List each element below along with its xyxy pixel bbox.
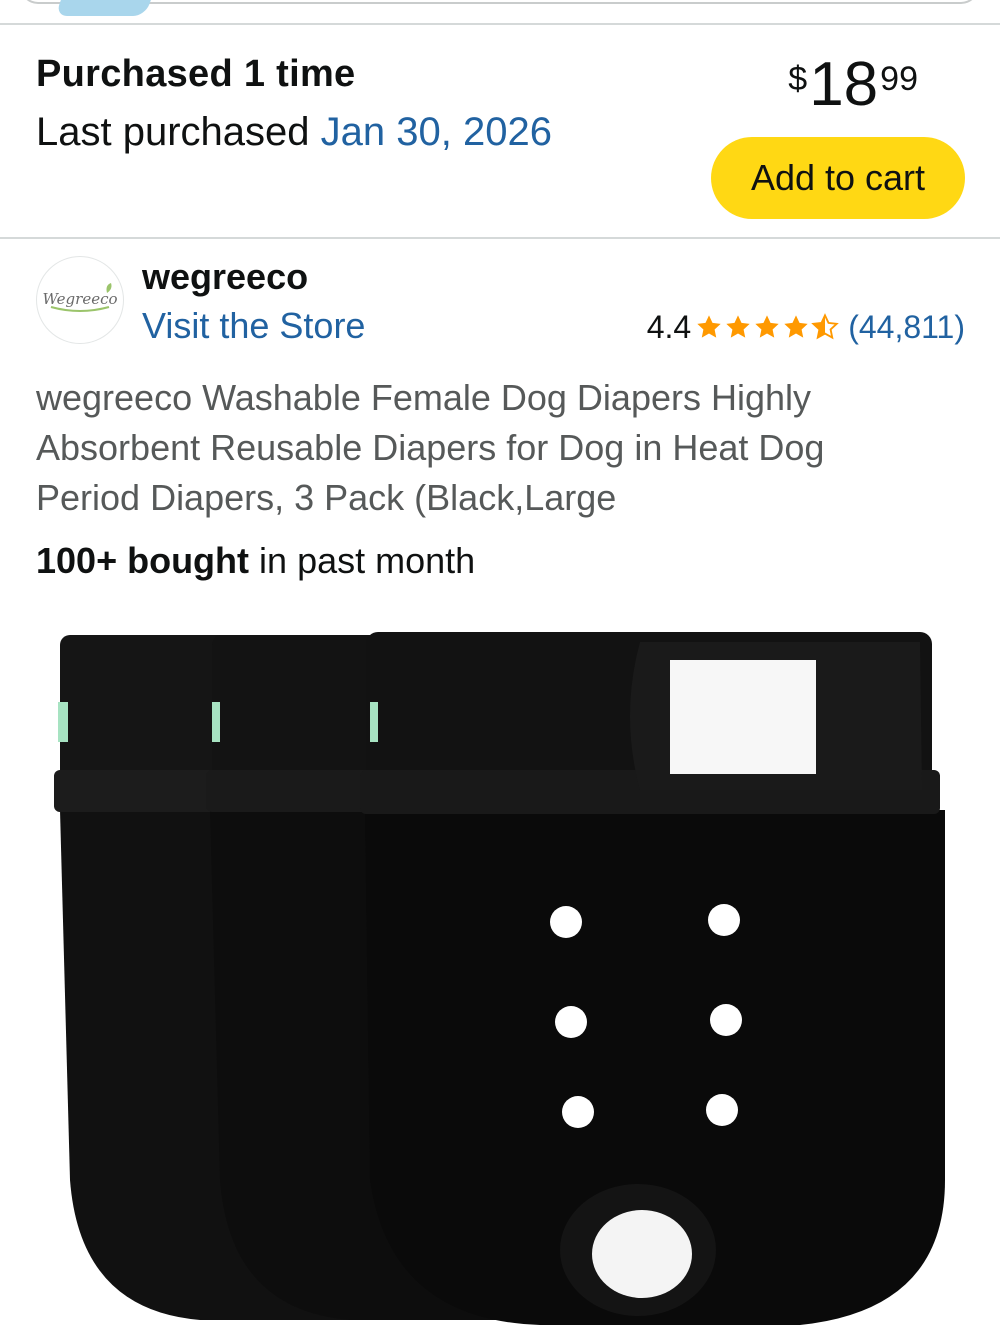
product-title[interactable]: wegreeco Washable Female Dog Diapers Hig… bbox=[36, 373, 936, 523]
velcro-tab bbox=[670, 660, 816, 774]
previous-item-thumbnail[interactable] bbox=[55, 0, 151, 16]
price-currency: $ bbox=[788, 60, 808, 98]
price: $ 18 99 bbox=[788, 52, 918, 118]
visit-store-link[interactable]: Visit the Store bbox=[142, 305, 365, 347]
store-logo[interactable]: Wegreeco bbox=[36, 256, 124, 344]
product-image[interactable] bbox=[40, 620, 960, 1330]
store-name[interactable]: wegreeco bbox=[142, 256, 308, 298]
snap-button bbox=[708, 904, 740, 936]
snap-button bbox=[555, 1006, 587, 1038]
tail-hole bbox=[592, 1210, 692, 1298]
star-full-icon bbox=[784, 315, 808, 338]
bought-count: 100+ bought bbox=[36, 540, 250, 581]
snap-button bbox=[562, 1096, 594, 1128]
snap-button bbox=[710, 1004, 742, 1036]
star-full-icon bbox=[726, 315, 750, 338]
price-fraction: 99 bbox=[880, 60, 918, 98]
purchased-count-text: Purchased 1 time bbox=[36, 53, 356, 95]
bought-period: in past month bbox=[259, 540, 476, 581]
star-full-icon bbox=[755, 315, 779, 338]
purchase-history: Purchased 1 time Last purchased Jan 30, … bbox=[36, 52, 552, 156]
rating-value: 4.4 bbox=[646, 309, 692, 345]
last-purchased-label: Last purchased bbox=[36, 110, 310, 154]
diaper-front bbox=[360, 632, 945, 1325]
last-purchased-date[interactable]: Jan 30, 2026 bbox=[321, 110, 552, 154]
price-whole: 18 bbox=[809, 50, 879, 119]
product-rating[interactable]: 4.4 (44,811) bbox=[647, 307, 965, 347]
section-divider bbox=[0, 237, 1000, 239]
wegreeco-logo-icon: Wegreeco bbox=[42, 283, 118, 312]
snap-button bbox=[550, 906, 582, 938]
previous-item-card-edge bbox=[0, 0, 1000, 24]
add-to-cart-button[interactable]: Add to cart bbox=[711, 137, 965, 219]
rating-count-link[interactable]: (44,811) bbox=[848, 307, 965, 347]
rating-stars bbox=[695, 313, 840, 341]
logo-text: Wegreeco bbox=[42, 290, 117, 308]
top-divider bbox=[0, 23, 1000, 25]
star-full-icon bbox=[697, 315, 721, 338]
star-half-icon bbox=[811, 313, 839, 340]
snap-button bbox=[706, 1094, 738, 1126]
bought-in-past-month: 100+ bought in past month bbox=[36, 538, 475, 584]
previous-card-border bbox=[20, 0, 979, 4]
last-purchased-line: Last purchased Jan 30, 2026 bbox=[36, 108, 552, 156]
